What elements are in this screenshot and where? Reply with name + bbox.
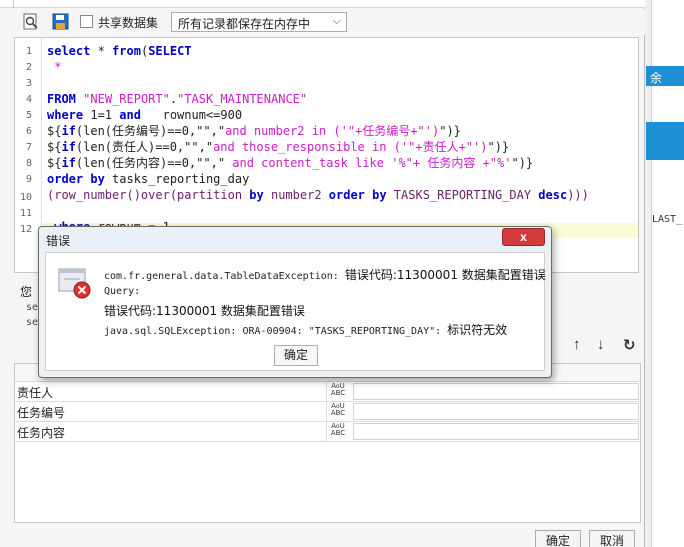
param-name: 责任人 [17,386,54,400]
error-dialog-body: com.fr.general.data.TableDataException: … [45,252,546,371]
line-number: 5 [25,110,32,121]
line-number: 4 [25,94,32,105]
top-strip [0,0,645,8]
code-line: ${if(len(任务内容)==0,""," and content_task … [47,156,534,170]
parameter-grid: 责任人 AoU ABC 任务编号 AoU ABC 任务内容 AoU ABC [14,363,641,523]
arrow-up-icon[interactable]: ↑ [573,336,581,353]
param-name: 任务编号 [17,406,66,420]
cancel-button[interactable]: 取消 [589,530,635,547]
line-number: 7 [25,142,32,153]
error-dialog-title: 错误 [46,234,71,248]
code-line: ${if(len(责任人)==0,"","and those_responsib… [47,140,510,154]
string-type-icon[interactable]: AoU ABC [328,383,348,401]
background-blue-bar: 余 [646,66,684,86]
string-type-icon[interactable]: AoU ABC [328,423,348,441]
code-line: order by tasks_reporting_day [47,172,250,186]
hint-text-line: se [26,317,39,328]
background-blue-block [646,122,684,160]
hint-text: 您 [20,285,33,299]
code-line: (row_number()over(partition by number2 o… [47,188,589,202]
param-value-field[interactable] [353,383,639,400]
toolbar: 共享数据集 所有记录都保存在内存中 ⌵ [14,9,645,35]
chevron-down-icon: ⌵ [332,15,341,27]
line-number: 1 [25,46,32,57]
code-line: * [54,60,62,74]
hint-text-line: se [26,302,39,313]
ok-button[interactable]: 确定 [535,530,581,547]
param-row[interactable]: 责任人 AoU ABC [15,382,640,402]
code-line: ${if(len(任务编号)==0,"","and number2 in ('"… [47,124,461,138]
error-dialog: 错误 x com.fr.general.data.TableDataExcept… [38,226,552,378]
param-name: 任务内容 [17,426,66,440]
storage-select-value: 所有记录都保存在内存中 [178,17,311,31]
param-value-field[interactable] [353,423,639,440]
line-number: 11 [19,208,32,219]
string-type-icon[interactable]: AoU ABC [328,403,348,421]
error-line-3: 错误代码:11300001 数据集配置错误 [104,304,305,318]
line-number: 9 [25,174,32,185]
background-label: 余 [650,71,663,85]
close-button[interactable]: x [502,228,545,246]
error-dialog-titlebar: 错误 x [39,227,551,251]
error-line-4: java.sql.SQLException: ORA-00904: "TASKS… [104,323,508,337]
code-line: where 1=1 and rownum<=900 [47,108,243,122]
storage-select[interactable]: 所有记录都保存在内存中 ⌵ [171,12,347,32]
error-line-1: com.fr.general.data.TableDataException: … [104,268,546,282]
background-panel: 余 LAST_ [646,0,684,547]
param-row[interactable]: 任务编号 AoU ABC [15,402,640,422]
arrow-down-icon[interactable]: ↓ [597,336,605,353]
line-number: 12 [19,224,32,235]
error-line-2: Query: [104,286,141,297]
error-ok-button[interactable]: 确定 [274,345,318,366]
code-line: select * from(SELECT [47,44,192,58]
param-grid-toolbar: ↑ ↓ ↻ [573,336,641,358]
background-code-text: LAST_ [652,214,683,225]
line-number: 3 [25,78,32,89]
share-dataset-checkbox[interactable] [80,15,93,28]
share-dataset-label: 共享数据集 [98,16,159,30]
error-icon [58,268,91,299]
line-number: 10 [19,192,32,203]
save-icon[interactable] [52,13,70,31]
code-line: FROM "NEW_REPORT"."TASK_MAINTENANCE" [47,92,308,106]
param-value-field[interactable] [353,403,639,420]
line-number: 8 [25,158,32,169]
line-number: 2 [25,62,32,73]
refresh-icon[interactable]: ↻ [623,336,636,354]
line-number: 6 [25,126,32,137]
preview-icon[interactable] [22,13,40,31]
param-row[interactable]: 任务内容 AoU ABC [15,422,640,442]
